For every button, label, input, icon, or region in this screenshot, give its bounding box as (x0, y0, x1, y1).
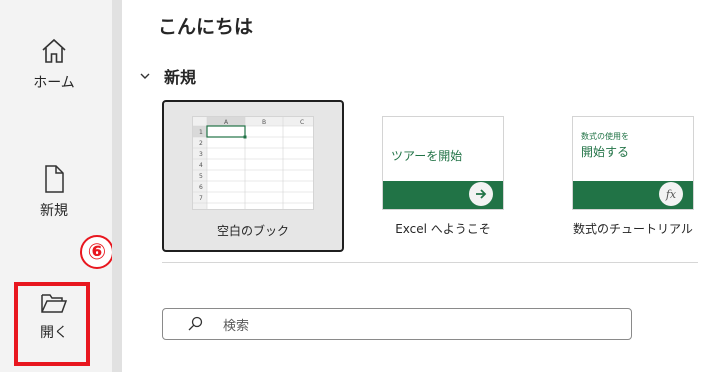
column-header: C (300, 119, 304, 126)
excel-start-screen: ホーム 新規 ⑥ 開く こんにちは 新規 A B C 1 2 3 4 5 6 7… (0, 0, 706, 372)
green-band (383, 181, 503, 209)
template-label: 空白のブック (216, 224, 289, 238)
welcome-thumbnail: ツアーを開始 (382, 116, 504, 210)
row-header: 1 (199, 129, 203, 136)
row-header: 5 (199, 173, 203, 180)
section-title: 新規 (164, 68, 197, 87)
thumbnail-text-small: 数式の使用を (581, 132, 629, 141)
row-header: 6 (199, 184, 203, 191)
fx-icon: fx (659, 182, 683, 206)
row-header: 7 (199, 195, 203, 202)
row-header: 4 (199, 162, 203, 169)
spreadsheet-grid: A B C 1 2 3 4 5 6 7 (193, 117, 313, 209)
search-box[interactable]: 検索 (162, 308, 632, 340)
sidebar: ホーム 新規 ⑥ 開く (0, 0, 114, 372)
formula-thumbnail: 数式の使用を 開始する fx (572, 116, 694, 210)
search-input[interactable]: 検索 (223, 315, 249, 334)
column-header: B (262, 119, 266, 126)
sidebar-item-new[interactable]: 新規 (0, 164, 108, 220)
step-number-badge: ⑥ (80, 235, 114, 269)
page-title: こんにちは (158, 16, 254, 38)
chevron-down-icon (140, 73, 150, 79)
search-icon (188, 316, 203, 331)
template-label: 数式のチュートリアル (573, 222, 693, 236)
section-divider (162, 262, 698, 263)
sidebar-item-home[interactable]: ホーム (0, 36, 108, 92)
template-welcome-to-excel[interactable]: ツアーを開始 Excel へようこそ (352, 100, 534, 252)
sidebar-item-open[interactable]: 開く (0, 290, 108, 342)
arrow-right-icon (469, 182, 493, 206)
thumbnail-text: ツアーを開始 (391, 149, 463, 163)
sidebar-item-label: 新規 (40, 203, 68, 219)
new-section-toggle[interactable]: 新規 (138, 64, 196, 88)
new-document-icon (45, 165, 64, 193)
home-icon (42, 38, 66, 63)
blank-workbook-thumbnail: A B C 1 2 3 4 5 6 7 (192, 116, 314, 210)
template-label: Excel へようこそ (395, 222, 491, 236)
sidebar-divider (112, 0, 122, 372)
sidebar-item-label: ホーム (33, 75, 75, 91)
main-panel: こんにちは 新規 A B C 1 2 3 4 5 6 7 空白のブック ツアーを… (122, 0, 706, 372)
row-header: 2 (199, 140, 203, 147)
template-formula-tutorial[interactable]: 数式の使用を 開始する fx 数式のチュートリアル (542, 100, 706, 252)
template-blank-workbook[interactable]: A B C 1 2 3 4 5 6 7 空白のブック (162, 100, 344, 252)
green-band: fx (573, 181, 693, 209)
folder-open-icon (41, 294, 68, 313)
sidebar-item-label: 開く (40, 325, 68, 341)
row-header: 3 (199, 151, 203, 158)
thumbnail-text-large: 開始する (581, 145, 630, 159)
